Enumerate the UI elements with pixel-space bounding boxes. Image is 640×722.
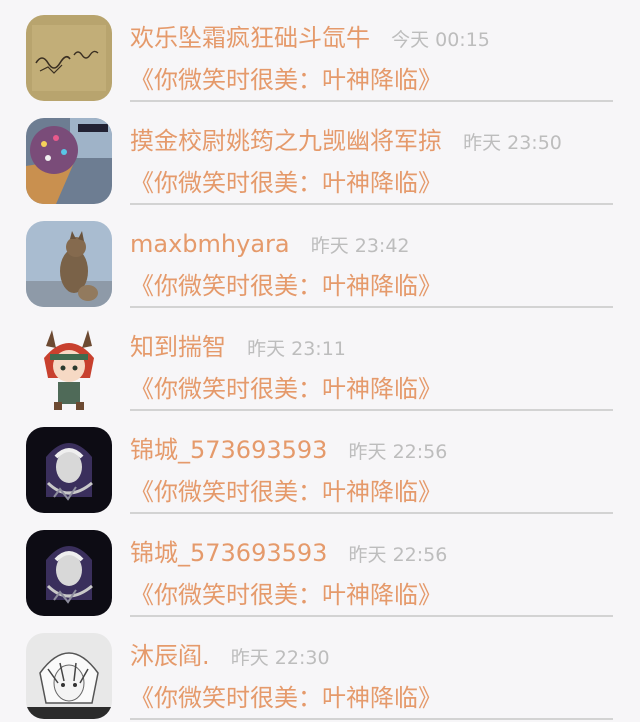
timestamp: 昨天 22:56 [348, 544, 448, 566]
message-item[interactable]: 欢乐坠霜疯狂础斗氙牛 今天 00:15 《你微笑时很美：叶神降临》 [0, 0, 640, 103]
sender-name: 摸金校尉姚筠之九觊幽将军掠 [130, 127, 442, 155]
ice-cream-avatar[interactable] [26, 118, 112, 204]
message-item[interactable]: 锦城_573693593 昨天 22:56 《你微笑时很美：叶神降临》 [0, 412, 640, 515]
divider [130, 306, 613, 308]
message-preview: 《你微笑时很美：叶神降临》 [130, 478, 442, 506]
message-item[interactable]: 锦城_573693593 昨天 22:56 《你微笑时很美：叶神降临》 [0, 515, 640, 618]
chibi-avatar[interactable] [26, 324, 112, 410]
divider [130, 718, 613, 720]
message-item[interactable]: maxbmhyara 昨天 23:42 《你微笑时很美：叶神降临》 [0, 206, 640, 309]
message-preview: 《你微笑时很美：叶神降临》 [130, 66, 442, 94]
message-preview: 《你微笑时很美：叶神降临》 [130, 272, 442, 300]
message-item[interactable]: 摸金校尉姚筠之九觊幽将军掠 昨天 23:50 《你微笑时很美：叶神降临》 [0, 103, 640, 206]
dark-anime-avatar[interactable] [26, 427, 112, 513]
handwriting-avatar[interactable] [26, 15, 112, 101]
message-list: 欢乐坠霜疯狂础斗氙牛 今天 00:15 《你微笑时很美：叶神降临》 摸金校尉姚筠… [0, 0, 640, 722]
timestamp: 昨天 22:30 [230, 647, 330, 669]
sketch-anime-avatar[interactable] [26, 633, 112, 719]
sender-name: maxbmhyara [130, 230, 290, 258]
message-preview: 《你微笑时很美：叶神降临》 [130, 375, 442, 403]
divider [130, 615, 613, 617]
divider [130, 100, 613, 102]
timestamp: 今天 00:15 [391, 29, 490, 51]
dark-anime-avatar[interactable] [26, 530, 112, 616]
sender-name: 锦城_573693593 [130, 539, 328, 567]
timestamp: 昨天 23:50 [463, 132, 562, 154]
divider [130, 409, 613, 411]
timestamp: 昨天 23:42 [310, 235, 410, 257]
sender-name: 锦城_573693593 [130, 436, 328, 464]
message-preview: 《你微笑时很美：叶神降临》 [130, 169, 442, 197]
cat-avatar[interactable] [26, 221, 112, 307]
timestamp: 昨天 22:56 [348, 441, 448, 463]
message-item[interactable]: 沐辰阎. 昨天 22:30 《你微笑时很美：叶神降临》 [0, 618, 640, 721]
divider [130, 512, 613, 514]
sender-name: 沐辰阎. [130, 642, 210, 670]
message-preview: 《你微笑时很美：叶神降临》 [130, 684, 442, 712]
sender-name: 知到揣智 [130, 333, 226, 361]
message-item[interactable]: 知到揣智 昨天 23:11 《你微笑时很美：叶神降临》 [0, 309, 640, 412]
message-preview: 《你微笑时很美：叶神降临》 [130, 581, 442, 609]
divider [130, 203, 613, 205]
sender-name: 欢乐坠霜疯狂础斗氙牛 [130, 24, 370, 52]
timestamp: 昨天 23:11 [247, 338, 346, 360]
